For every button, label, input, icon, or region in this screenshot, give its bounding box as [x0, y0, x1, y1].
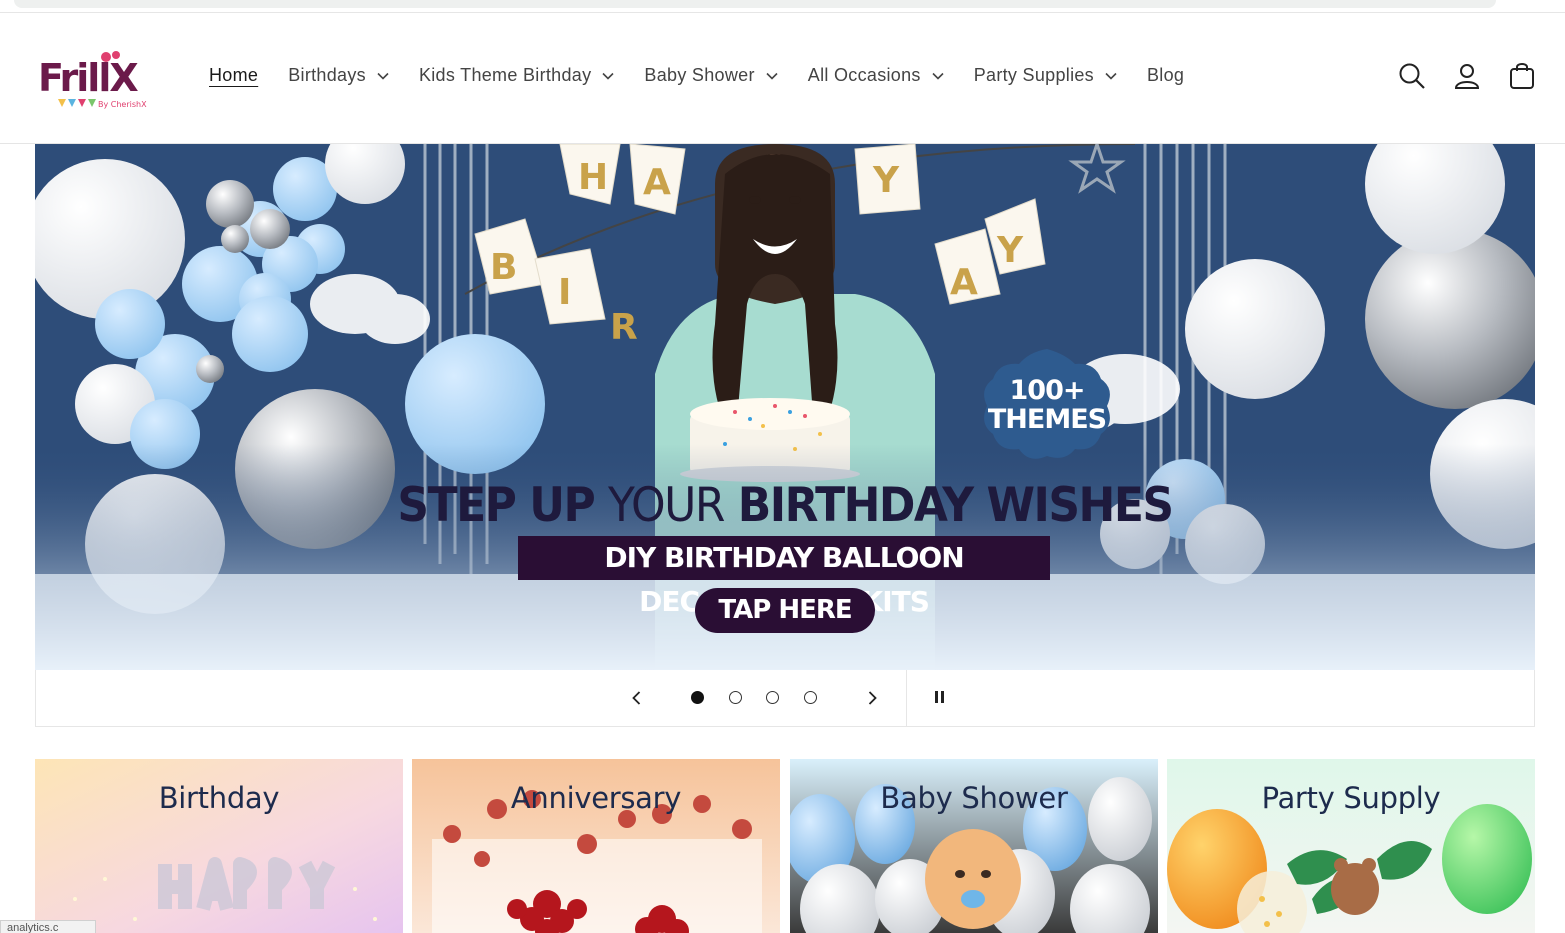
- nav-item-party-supplies[interactable]: Party Supplies: [974, 65, 1117, 86]
- nav-label: Blog: [1146, 65, 1185, 85]
- hero-slide[interactable]: H A Y B I R A Y 100+ THEMES STEP UP YOUR…: [35, 144, 1535, 670]
- banner-letter: I: [558, 272, 571, 313]
- slide-dot-4[interactable]: [804, 691, 817, 704]
- nav-item-birthdays[interactable]: Birthdays: [288, 65, 389, 86]
- logo-text: FrillX: [38, 56, 138, 100]
- slide-dot-1[interactable]: [691, 691, 704, 704]
- slide-dot-3[interactable]: [766, 691, 779, 704]
- main-nav: Home Birthdays Kids Theme Birthday Baby …: [209, 65, 1214, 86]
- card-title: Anniversary: [510, 781, 682, 815]
- category-card-anniversary[interactable]: Anniversary: [412, 759, 780, 933]
- slide-dot-2[interactable]: [729, 691, 742, 704]
- badge-line: 100+: [1009, 375, 1086, 406]
- banner-letter: Y: [872, 160, 900, 201]
- nav-label: All Occasions: [807, 65, 921, 85]
- nav-item-baby-shower[interactable]: Baby Shower: [644, 65, 778, 86]
- banner-letter: R: [610, 307, 638, 348]
- card-title: Party Supply: [1261, 781, 1441, 815]
- badge-line: THEMES: [987, 404, 1107, 435]
- header-icons: [1372, 61, 1537, 91]
- banner-letter: H: [578, 157, 608, 198]
- card-title: Baby Shower: [880, 781, 1068, 815]
- nav-item-home[interactable]: Home: [209, 65, 258, 86]
- hero-subheadline: DIY BIRTHDAY BALLOON DECORATIONS KITS: [518, 536, 1050, 618]
- cart-icon[interactable]: [1507, 61, 1537, 91]
- search-icon[interactable]: [1397, 61, 1427, 91]
- themes-badge: 100+ THEMES: [987, 376, 1107, 434]
- category-card-birthday[interactable]: Birthday: [35, 759, 403, 933]
- nav-label: Birthdays: [288, 65, 366, 85]
- nav-label: Party Supplies: [973, 65, 1094, 85]
- pause-icon[interactable]: [932, 689, 946, 705]
- site-header: FrillX By CherishX Home Birthdays Kids T…: [0, 13, 1565, 144]
- card-title: Birthday: [158, 781, 280, 815]
- headline-part: STEP UP: [397, 477, 595, 534]
- headline-part: BIRTHDAY WISHES: [737, 477, 1174, 534]
- chevron-down-icon: [932, 72, 944, 80]
- frillx-logo[interactable]: FrillX By CherishX: [36, 49, 160, 111]
- banner-letter: B: [490, 247, 517, 288]
- account-icon[interactable]: [1452, 61, 1482, 91]
- chevron-down-icon: [602, 72, 614, 80]
- banner-letter: A: [950, 262, 978, 303]
- slideshow-controls: [35, 670, 1535, 727]
- hero-headline: STEP UP YOUR BIRTHDAY WISHES: [35, 478, 1535, 533]
- nav-item-blog[interactable]: Blog: [1147, 65, 1184, 86]
- nav-label: Kids Theme Birthday: [418, 65, 592, 85]
- chevron-down-icon: [377, 72, 389, 80]
- banner-letter: Y: [996, 230, 1024, 271]
- banner-letter: A: [643, 162, 671, 203]
- headline-part: YOUR: [608, 477, 725, 534]
- category-card-party-supply[interactable]: Party Supply: [1167, 759, 1535, 933]
- top-bar-strip: [14, 0, 1496, 8]
- chevron-down-icon: [766, 72, 778, 80]
- nav-item-all-occasions[interactable]: All Occasions: [808, 65, 944, 86]
- nav-label: Baby Shower: [644, 65, 755, 85]
- controls-divider: [906, 670, 907, 726]
- analytics-status-tab: analytics.c: [0, 920, 96, 933]
- chevron-down-icon: [1105, 72, 1117, 80]
- tap-here-button[interactable]: TAP HERE: [695, 588, 875, 633]
- logo-subtext: By CherishX: [98, 100, 147, 109]
- chevron-right-icon[interactable]: [862, 688, 882, 708]
- category-card-baby-shower[interactable]: Baby Shower: [790, 759, 1158, 933]
- nav-item-kids-theme-birthday[interactable]: Kids Theme Birthday: [419, 65, 614, 86]
- chevron-left-icon[interactable]: [627, 688, 647, 708]
- nav-label: Home: [209, 65, 259, 85]
